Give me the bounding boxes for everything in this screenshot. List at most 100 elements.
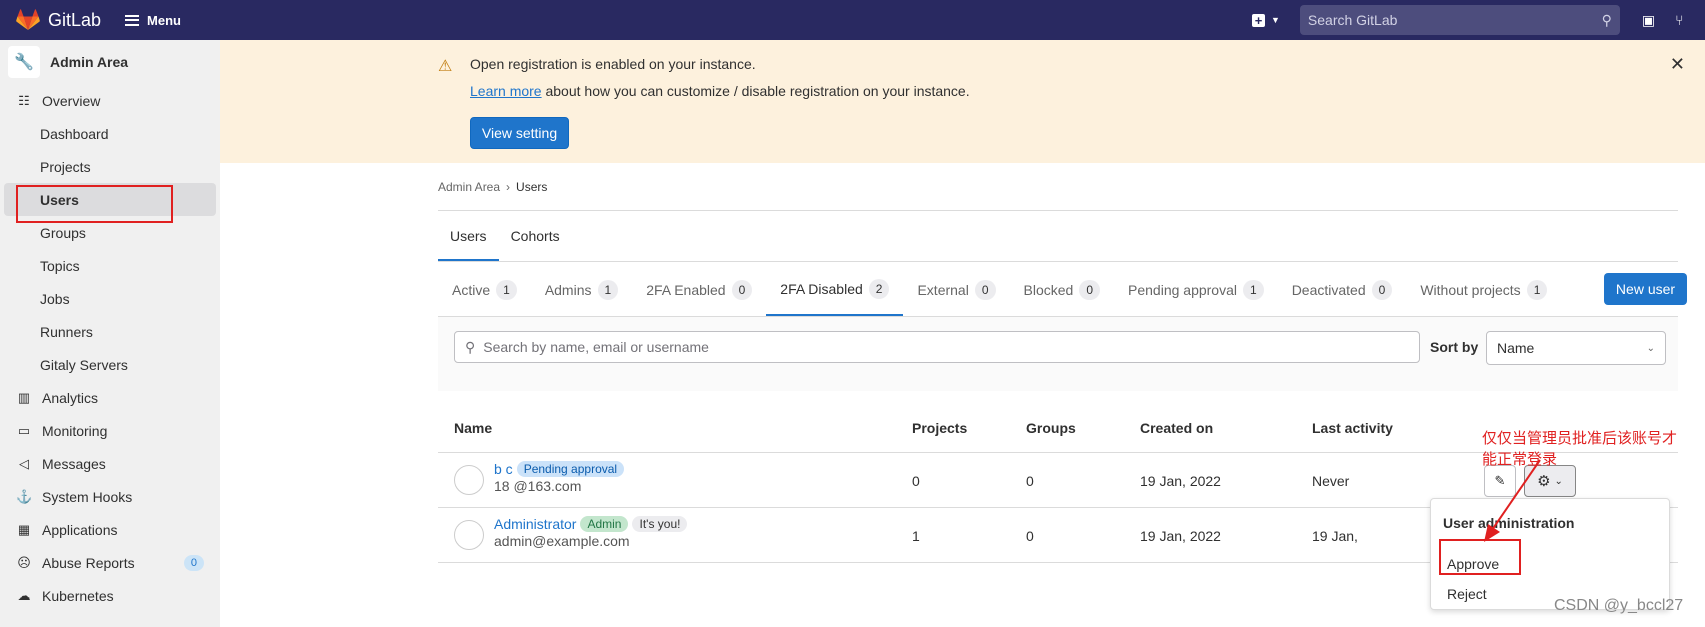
user-name: Administrator Admin It's you! [494,516,688,532]
breadcrumb-root[interactable]: Admin Area [438,180,500,194]
reject-menu-item[interactable]: Reject [1447,586,1487,602]
chart-icon: ▥ [17,389,31,405]
new-user-button[interactable]: New user [1604,273,1687,305]
monitor-icon: ▭ [17,422,31,438]
top-right-area: + ▼ Search GitLab ⚲ ▣ ⑂ [1252,0,1684,40]
sidebar-item-label: Abuse Reports [42,554,135,571]
tab-count: 1 [1243,279,1264,300]
gitlab-logo[interactable]: GitLab [16,9,101,31]
watermark: CSDN @y_bccl27 [1554,597,1684,614]
tab-2fa-disabled[interactable]: 2FA Disabled 2 [766,263,904,316]
sidebar-item-overview[interactable]: ☷ Overview [0,84,220,117]
last-activity-cell: 19 Jan, [1312,528,1358,544]
sidebar-item-projects[interactable]: Projects [0,150,220,183]
tab-active[interactable]: Active 1 [438,263,531,316]
search-placeholder: Search by name, email or username [483,339,709,355]
column-header: Created on [1140,420,1214,436]
brand-name: GitLab [48,9,102,30]
count-badge: 0 [183,554,204,571]
top-navbar: GitLab Menu + ▼ Search GitLab ⚲ ▣ ⑂ [0,0,1705,40]
issues-icon[interactable]: ▣ [1642,12,1655,29]
tab-label: Without projects [1420,281,1521,298]
search-icon: ⚲ [1601,11,1612,28]
admin-badge: Admin [580,516,629,532]
sidebar-header[interactable]: 🔧 Admin Area [0,40,220,84]
chevron-down-icon: ▼ [1271,15,1280,25]
sidebar-item-runners[interactable]: Runners [0,315,220,348]
tab-count: 0 [1371,279,1393,300]
user-search-input[interactable]: ⚲ Search by name, email or username [454,331,1420,363]
user-link[interactable]: b c [494,461,513,477]
tab-label: 2FA Enabled [646,281,726,298]
tab-2fa-enabled[interactable]: 2FA Enabled 0 [632,263,766,316]
tab-deactivated[interactable]: Deactivated 0 [1278,263,1407,316]
divider [438,210,1678,211]
sidebar-item-label: Groups [40,224,86,241]
pending-approval-badge: Pending approval [516,461,625,477]
sidebar-item-system-hooks[interactable]: ⚓ System Hooks [0,480,220,513]
sidebar-item-dashboard[interactable]: Dashboard [0,117,220,150]
merge-request-icon[interactable]: ⑂ [1675,12,1683,29]
tab-label: Admins [544,281,592,298]
tab-external[interactable]: External 0 [903,263,1009,316]
avatar [454,465,484,495]
user-link[interactable]: Administrator [494,516,576,532]
sidebar-item-label: Applications [42,521,118,538]
tanuki-icon [16,9,40,30]
tab-count: 0 [974,279,996,300]
user-email: admin@example.com [494,533,630,549]
column-header: Last activity [1312,420,1393,436]
sidebar-item-kubernetes[interactable]: ☁ Kubernetes [0,579,220,612]
groups-cell: 0 [1026,528,1034,544]
sidebar-item-analytics[interactable]: ▥ Analytics [0,381,220,414]
registration-banner: ⚠ Open registration is enabled on your i… [220,40,1705,163]
tab-cohorts[interactable]: Cohorts [499,211,572,261]
sidebar-item-jobs[interactable]: Jobs [0,282,220,315]
sort-select[interactable]: Name ⌄ [1486,331,1666,365]
divider [438,261,1678,262]
tab-blocked[interactable]: Blocked 0 [1010,263,1115,316]
column-header: Name [454,420,493,436]
sidebar-item-topics[interactable]: Topics [0,249,220,282]
overview-icon: ☷ [18,92,30,108]
its-you-badge: It's you! [632,516,688,532]
learn-more-link[interactable]: Learn more [470,83,542,99]
tab-label: External [917,281,969,298]
search-icon: ⚲ [465,338,476,355]
tab-admins[interactable]: Admins 1 [531,263,632,316]
tab-label: Pending approval [1128,281,1237,298]
global-search-input[interactable]: Search GitLab ⚲ [1299,5,1620,35]
tab-label: Deactivated [1291,281,1366,298]
banner-description: Learn more about how you can customize /… [470,83,970,99]
user-name: b c Pending approval [494,461,625,477]
avatar [454,520,484,550]
sidebar-title: Admin Area [50,54,129,70]
sidebar-item-label: Analytics [42,389,99,406]
column-header: Projects [912,420,968,436]
sidebar-item-gitaly-servers[interactable]: Gitaly Servers [0,348,220,381]
menu-button[interactable]: Menu [125,13,181,28]
sidebar-item-label: System Hooks [42,488,133,505]
tab-users[interactable]: Users [438,211,499,261]
projects-cell: 1 [912,528,920,544]
sidebar-item-messages[interactable]: ◁ Messages [0,447,220,480]
top-tabs: Users Cohorts [438,211,572,261]
new-dropdown-button[interactable]: + ▼ [1252,13,1280,27]
hook-icon: ⚓ [16,488,33,504]
annotation-arrow [1484,459,1541,542]
applications-icon: ▦ [17,521,31,537]
close-icon[interactable]: ✕ [1670,54,1685,75]
created-cell: 19 Jan, 2022 [1140,528,1221,544]
tab-without-projects[interactable]: Without projects 1 [1406,263,1561,316]
sidebar-item-abuse-reports[interactable]: ☹ Abuse Reports 0 [0,546,220,579]
sidebar-item-label: Gitaly Servers [40,356,128,373]
sidebar-item-applications[interactable]: ▦ Applications [0,513,220,546]
tab-pending-approval[interactable]: Pending approval 1 [1114,263,1278,316]
cloud-icon: ☁ [17,587,31,603]
sidebar-item-monitoring[interactable]: ▭ Monitoring [0,414,220,447]
view-setting-button[interactable]: View setting [470,117,569,149]
tab-count: 1 [1526,279,1548,300]
sidebar-item-label: Projects [40,158,91,175]
breadcrumb: Admin Area › Users [438,180,547,194]
breadcrumb-current[interactable]: Users [516,180,547,194]
